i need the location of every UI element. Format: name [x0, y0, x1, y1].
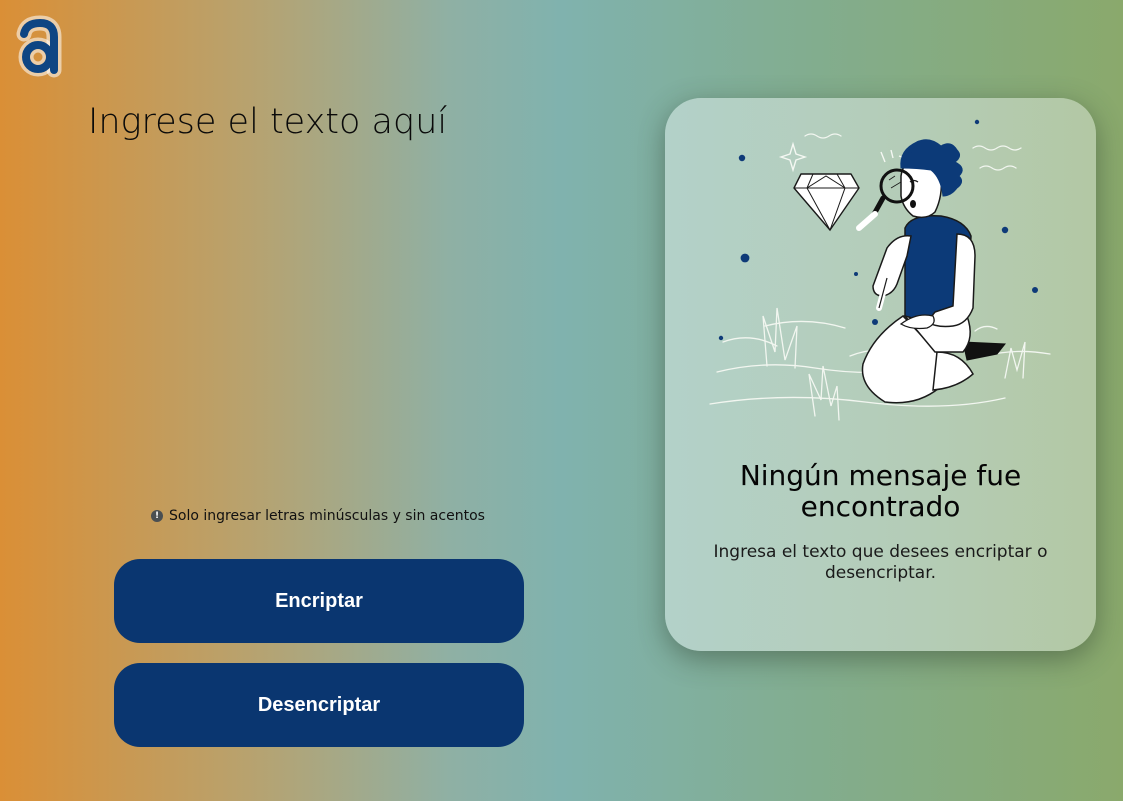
message-input[interactable] [86, 96, 556, 476]
decrypt-button[interactable]: Desencriptar [114, 663, 524, 747]
output-panel: Ningún mensaje fue encontrado Ingresa el… [665, 98, 1096, 651]
empty-state-description: Ingresa el texto que desees encriptar o … [713, 542, 1048, 583]
input-hint: ! Solo ingresar letras minúsculas y sin … [151, 508, 485, 524]
person-with-magnifying-glass-illustration [705, 116, 1065, 436]
info-circle-icon: ! [151, 510, 163, 522]
empty-state-title: Ningún mensaje fue encontrado [739, 459, 1022, 523]
logo-icon [14, 14, 62, 80]
encrypt-button[interactable]: Encriptar [114, 559, 524, 643]
hint-text: Solo ingresar letras minúsculas y sin ac… [169, 508, 485, 524]
